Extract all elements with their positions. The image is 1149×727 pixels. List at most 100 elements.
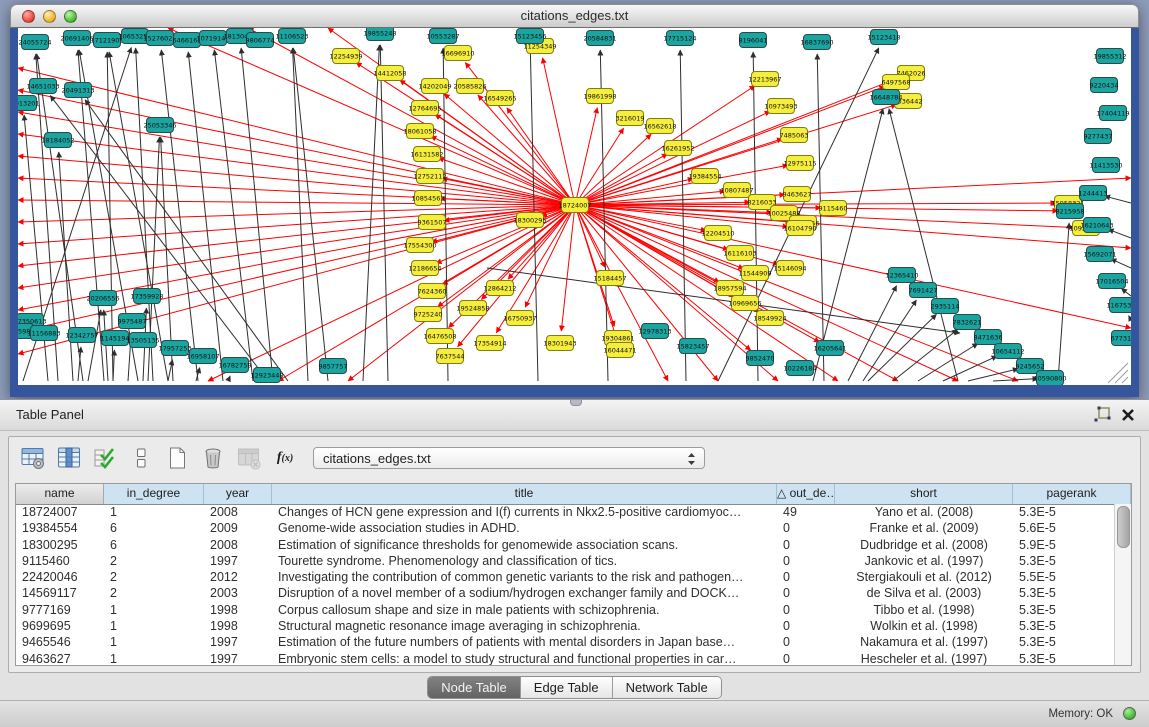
cell-pagerank[interactable]: 5.6E-5 <box>1013 520 1115 536</box>
graph-node[interactable]: 17016504 <box>1095 274 1128 289</box>
graph-node[interactable]: 19855248 <box>363 28 396 41</box>
graph-node[interactable]: 7637544 <box>436 349 465 364</box>
graph-node[interactable]: 9277437 <box>1084 129 1113 144</box>
graph-node[interactable]: 18300295 <box>513 213 546 228</box>
graph-node[interactable]: 16696910 <box>441 46 474 61</box>
cell-title[interactable]: Structural magnetic resonance image aver… <box>272 618 777 634</box>
cell-in_degree[interactable]: 2 <box>104 585 204 601</box>
graph-node[interactable]: 16958107 <box>186 349 219 364</box>
graph-node[interactable]: 11156883 <box>27 326 60 341</box>
graph-node[interactable]: 10969656 <box>728 296 761 311</box>
graph-node[interactable]: 9852470 <box>746 351 775 366</box>
graph-node[interactable]: 18957594 <box>713 281 746 296</box>
graph-node[interactable]: 16261952 <box>661 141 694 156</box>
graph-node[interactable]: 10590800 <box>1033 371 1066 386</box>
cell-pagerank[interactable]: 5.3E-5 <box>1013 553 1115 569</box>
cell-in_degree[interactable]: 6 <box>104 520 204 536</box>
cell-in_degree[interactable]: 1 <box>104 618 204 634</box>
cell-pagerank[interactable]: 5.3E-5 <box>1013 504 1115 520</box>
graph-node[interactable]: 14412058 <box>373 66 406 81</box>
cell-title[interactable]: Tourette syndrome. Phenomenology and cla… <box>272 553 777 569</box>
graph-node[interactable]: 16750937 <box>503 311 536 326</box>
cell-title[interactable]: Estimation of the future numbers of pati… <box>272 634 777 650</box>
tab-network-table[interactable]: Network Table <box>613 677 721 698</box>
graph-node[interactable]: 20691406 <box>60 31 93 46</box>
minimize-window-button[interactable] <box>43 10 56 23</box>
cell-out_degree[interactable]: 0 <box>777 585 835 601</box>
graph-node[interactable]: 16549265 <box>483 91 516 106</box>
network-canvas[interactable]: 1872400714202049127646951806105816131582… <box>18 28 1131 385</box>
graph-node[interactable]: 20584831 <box>583 31 616 46</box>
float-panel-icon[interactable] <box>1093 406 1111 424</box>
function-builder-button[interactable]: f(x) <box>271 445 299 471</box>
cell-in_degree[interactable]: 1 <box>104 504 204 520</box>
cell-year[interactable]: 1998 <box>204 602 272 618</box>
graph-node[interactable]: 2935114 <box>931 299 960 314</box>
graph-node[interactable]: 1145194 <box>101 331 130 346</box>
cell-name[interactable]: 9777169 <box>16 602 104 618</box>
graph-node[interactable]: 9361507 <box>418 215 447 230</box>
table-selector-dropdown[interactable]: citations_edges.txt <box>313 447 705 469</box>
graph-node[interactable]: 12864212 <box>483 281 516 296</box>
table-panel-header[interactable]: Table Panel <box>0 400 1149 431</box>
zoom-window-button[interactable] <box>64 10 77 23</box>
graph-node[interactable]: 15123418 <box>867 30 900 45</box>
graph-node[interactable]: 15184457 <box>593 271 626 286</box>
graph-node[interactable]: 17715124 <box>663 31 696 46</box>
graph-node[interactable]: 13505135 <box>126 333 159 348</box>
graph-node[interactable]: 17359928 <box>130 289 163 304</box>
window-titlebar[interactable]: citations_edges.txt <box>10 4 1139 28</box>
cell-short[interactable]: Franke et al. (2009) <box>835 520 1013 536</box>
select-rows-button[interactable] <box>91 445 119 471</box>
cell-name[interactable]: 9115460 <box>16 553 104 569</box>
graph-node[interactable]: 16116103 <box>723 246 756 261</box>
column-header-pagerank[interactable]: pagerank <box>1013 484 1131 504</box>
cell-pagerank[interactable]: 5.3E-5 <box>1013 634 1115 650</box>
cell-short[interactable]: Stergiakouli et al. (2012) <box>835 569 1013 585</box>
graph-node[interactable]: 16131582 <box>410 147 443 162</box>
graph-node[interactable]: 9725240 <box>414 307 443 322</box>
new-document-button[interactable] <box>163 445 191 471</box>
graph-node[interactable]: 12342757 <box>65 328 98 343</box>
graph-node[interactable]: 15823457 <box>676 339 709 354</box>
graph-node[interactable]: 9220434 <box>1090 78 1119 93</box>
cell-title[interactable]: Estimation of significance thresholds fo… <box>272 537 777 553</box>
cell-name[interactable]: 9699695 <box>16 618 104 634</box>
cell-short[interactable]: Wolkin et al. (1998) <box>835 618 1013 634</box>
cell-short[interactable]: Jankovic et al. (1997) <box>835 553 1013 569</box>
cell-name[interactable]: 9465546 <box>16 634 104 650</box>
graph-node[interactable]: 15146094 <box>773 261 806 276</box>
cell-name[interactable]: 14569117 <box>16 585 104 601</box>
graph-node[interactable]: 18184052 <box>41 133 74 148</box>
cell-title[interactable]: Embryonic stem cells: a model to study s… <box>272 651 777 665</box>
cell-year[interactable]: 2009 <box>204 520 272 536</box>
cell-in_degree[interactable]: 1 <box>104 602 204 618</box>
cell-short[interactable]: Yano et al. (2008) <box>835 504 1013 520</box>
cell-year[interactable]: 2008 <box>204 504 272 520</box>
delete-trash-button[interactable] <box>199 445 227 471</box>
cell-title[interactable]: Disruption of a novel member of a sodium… <box>272 585 777 601</box>
cell-out_degree[interactable]: 0 <box>777 569 835 585</box>
cell-in_degree[interactable]: 2 <box>104 553 204 569</box>
graph-node[interactable]: 16837690 <box>800 35 833 50</box>
column-header-year[interactable]: year <box>204 484 272 504</box>
graph-node[interactable]: 9806774 <box>246 33 275 48</box>
column-header-short[interactable]: short <box>835 484 1013 504</box>
cell-pagerank[interactable]: 5.3E-5 <box>1013 651 1115 665</box>
cell-out_degree[interactable]: 0 <box>777 651 835 665</box>
graph-node[interactable]: 19384554 <box>688 169 721 184</box>
memory-status-led[interactable] <box>1123 707 1136 720</box>
graph-node[interactable]: 20585826 <box>453 79 486 94</box>
graph-node[interactable]: 7832621 <box>953 315 982 330</box>
graph-node[interactable]: 11544909 <box>738 266 771 281</box>
column-header-out_degree[interactable]: △ out_de… <box>777 484 835 504</box>
graph-node[interactable]: 8215958 <box>1056 204 1085 219</box>
graph-node[interactable]: 20206556 <box>86 291 119 306</box>
graph-node[interactable]: 14202049 <box>418 79 451 94</box>
row-height-button[interactable] <box>127 445 155 471</box>
column-header-in_degree[interactable]: in_degree <box>104 484 204 504</box>
graph-node[interactable]: 18724007 <box>558 198 591 213</box>
graph-node[interactable]: 7485063 <box>780 128 809 143</box>
cell-pagerank[interactable]: 5.3E-5 <box>1013 618 1115 634</box>
cell-short[interactable]: Hescheler et al. (1997) <box>835 651 1013 665</box>
